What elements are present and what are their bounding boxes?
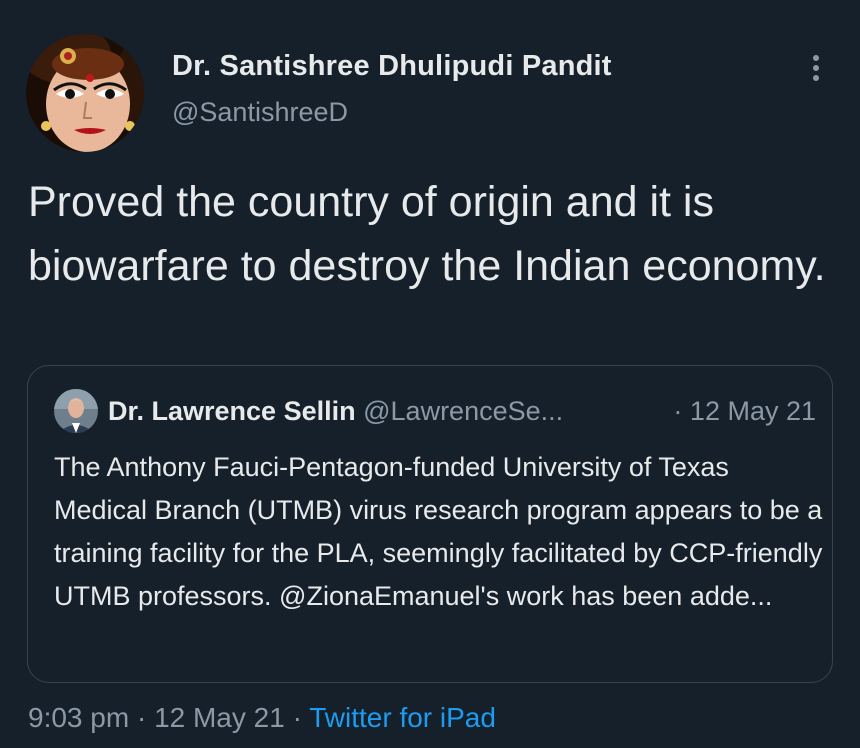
tweet-text: Proved the country of origin and it is b…: [28, 178, 826, 290]
quoted-tweet-header: Dr. Lawrence Sellin @LawrenceSe... · 12 …: [108, 396, 820, 427]
meta-separator: ·: [129, 702, 155, 733]
tweet-metadata: 9:03 pm · 12 May 21 · Twitter for iPad: [28, 702, 496, 734]
author-avatar[interactable]: [26, 34, 144, 152]
tweet-source-link[interactable]: Twitter for iPad: [309, 702, 496, 733]
author-name[interactable]: Dr. Santishree Dhulipudi Pandit: [172, 50, 612, 83]
quoted-tweet-date: 12 May 21: [689, 396, 816, 426]
author-info: Dr. Santishree Dhulipudi Pandit @Santish…: [172, 50, 612, 128]
tweet-time[interactable]: 9:03 pm: [28, 702, 129, 733]
quoted-tweet-text: The Anthony Fauci-Pentagon-funded Univer…: [54, 452, 823, 611]
author-handle[interactable]: @SantishreeD: [172, 97, 612, 128]
quoted-author-handle: @LawrenceSe...: [363, 396, 564, 426]
quoted-author-avatar: [54, 389, 98, 433]
goddess-face-avatar-icon: [26, 34, 144, 152]
quoted-author-name: Dr. Lawrence Sellin: [108, 396, 356, 426]
person-avatar-icon: [54, 389, 98, 433]
quoted-tweet-date-wrap: · 12 May 21: [673, 396, 816, 427]
tweet-date[interactable]: 12 May 21: [154, 702, 285, 733]
quoted-tweet-separator: ·: [673, 396, 683, 426]
meta-separator: ·: [284, 702, 310, 733]
quoted-tweet[interactable]: Dr. Lawrence Sellin @LawrenceSe... · 12 …: [27, 365, 833, 683]
more-vertical-icon[interactable]: [806, 52, 826, 84]
tweet-detail: Dr. Santishree Dhulipudi Pandit @Santish…: [0, 0, 860, 748]
